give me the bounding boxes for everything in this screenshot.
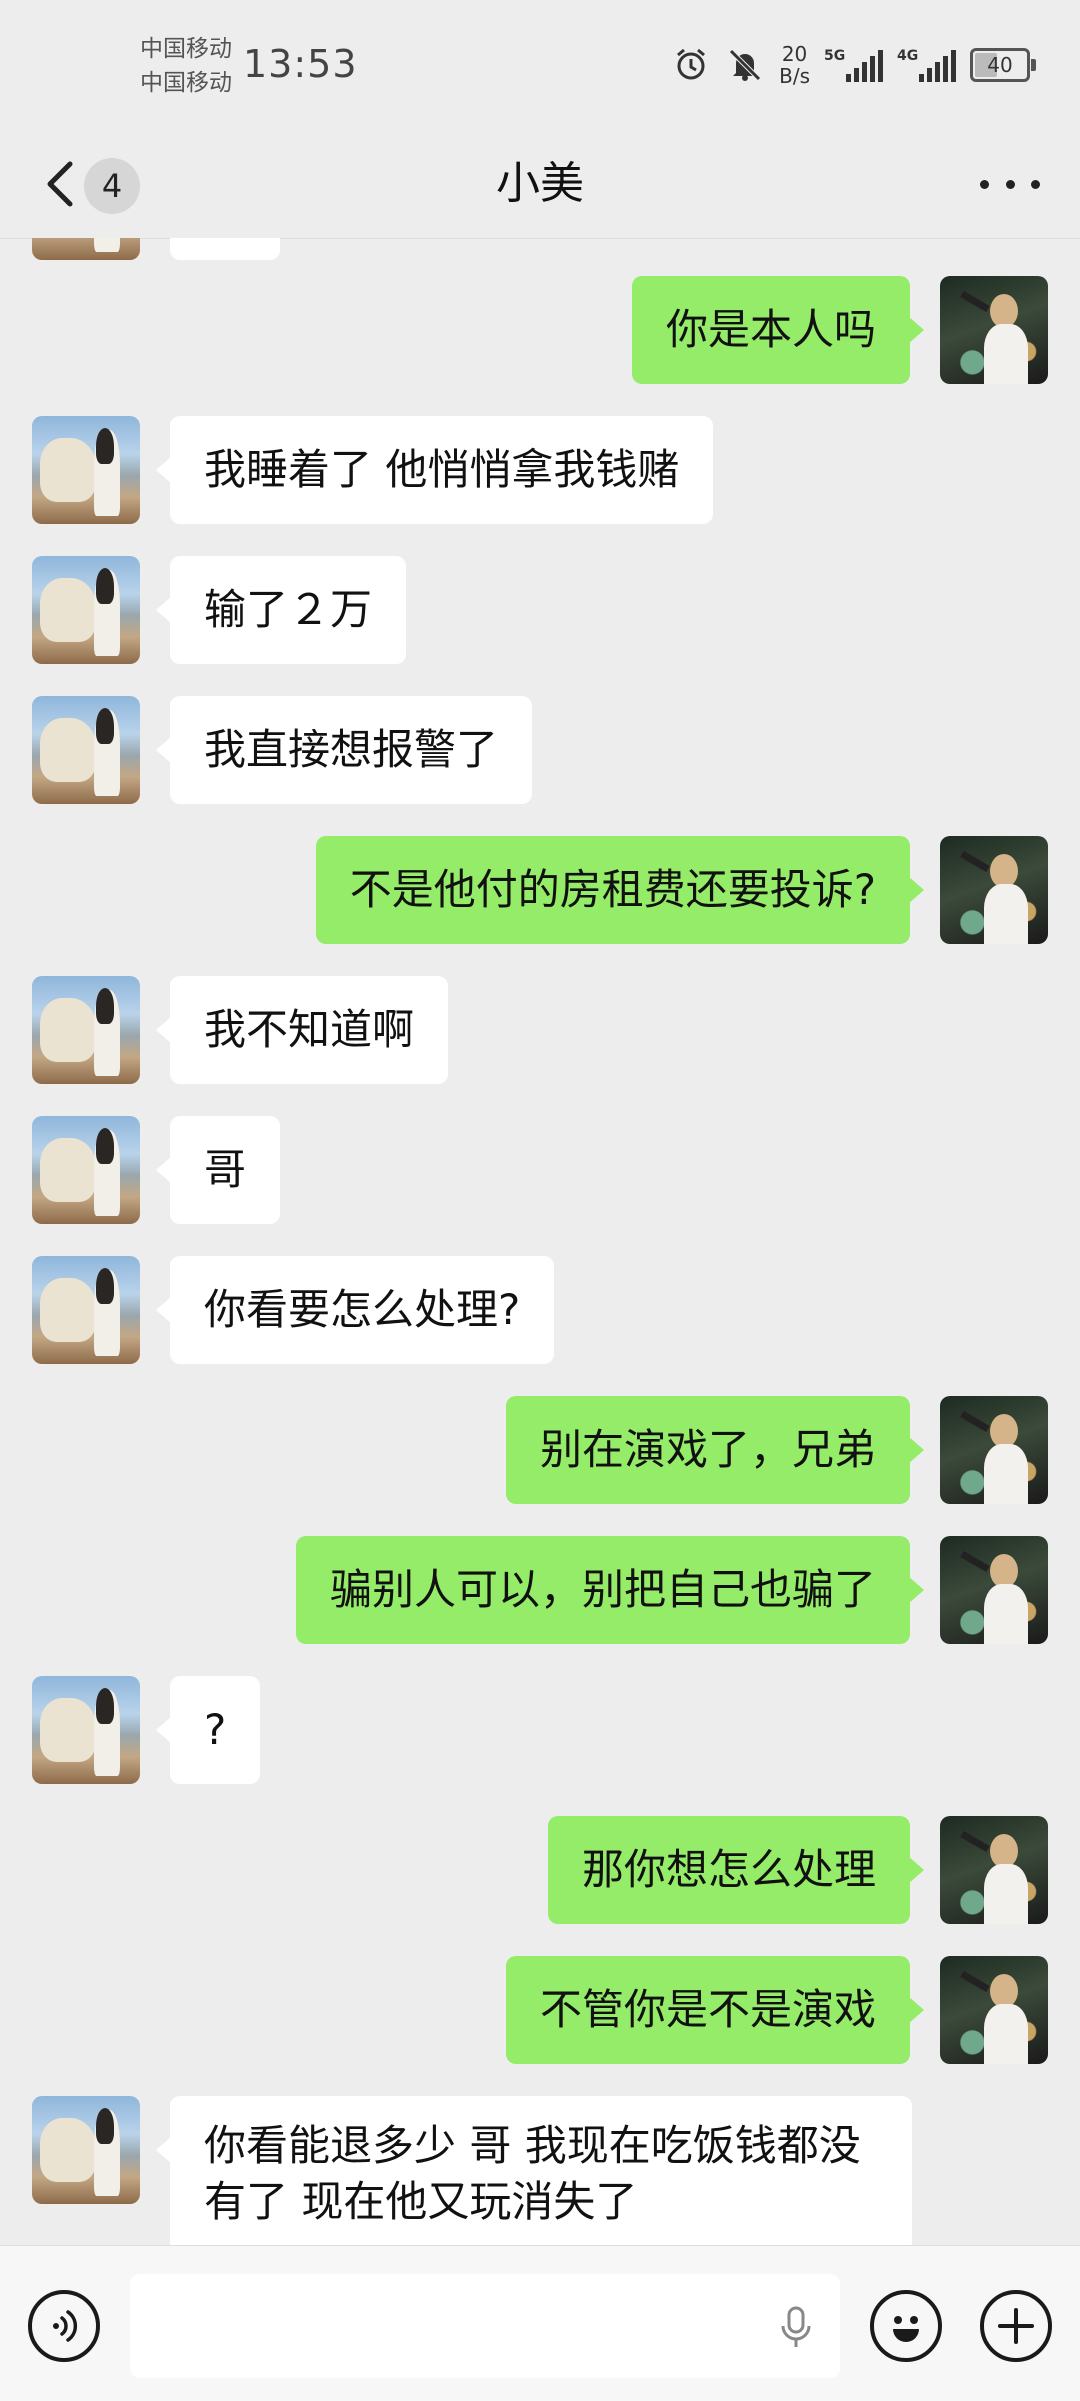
contact-avatar[interactable] [32, 1116, 140, 1224]
contact-avatar[interactable] [32, 416, 140, 524]
message-bubble-received[interactable]: 输了２万 [155, 556, 407, 664]
battery-level: 40 [987, 53, 1013, 77]
message-row: 别在演戏了，兄弟 [0, 1396, 1080, 1504]
message-bubble-received[interactable]: 你看要怎么处理? [155, 1256, 555, 1364]
signal-4g-icon: 4G [897, 48, 956, 82]
signal-5g-icon: 5G [824, 48, 883, 82]
message-bubble-sent[interactable]: 别在演戏了，兄弟 [505, 1396, 925, 1504]
contact-avatar[interactable] [32, 696, 140, 804]
emoji-button[interactable] [870, 2290, 942, 2362]
message-row: 我睡着了 他悄悄拿我钱赌 [0, 416, 1080, 524]
message-row: 你看要怎么处理? [0, 1256, 1080, 1364]
message-bubble-received[interactable]: ? [155, 1676, 261, 1784]
contact-avatar[interactable] [32, 238, 140, 260]
message-input[interactable] [130, 2274, 840, 2378]
chat-header: 小美 4 [0, 130, 1080, 239]
my-avatar[interactable] [940, 1956, 1048, 2064]
message-row: 你是本人吗 [0, 276, 1080, 384]
message-list[interactable]: 你是本人吗 我睡着了 他悄悄拿我钱赌 输了２万 我直接想报警了 不是他付的房租费… [0, 238, 1080, 2245]
mic-icon[interactable] [776, 2306, 816, 2350]
net-speed: 20 B/s [779, 42, 810, 88]
status-icons: 20 B/s 5G 4G 40 [671, 40, 1036, 90]
message-row: 你看能退多少 哥 我现在吃饭钱都没有了 现在他又玩消失了 [0, 2096, 1080, 2245]
contact-avatar[interactable] [32, 556, 140, 664]
alarm-icon [671, 45, 711, 85]
message-bubble-received[interactable]: 哥 [155, 1116, 281, 1224]
message-row: 骗别人可以，别把自己也骗了 [0, 1536, 1080, 1644]
message-row-clipped [0, 238, 1080, 260]
emoji-icon [893, 2316, 919, 2342]
message-bubble-sent[interactable]: 不是他付的房租费还要投诉? [315, 836, 925, 944]
unread-count-badge[interactable]: 4 [84, 158, 140, 214]
voice-icon [53, 2310, 78, 2342]
message-bubble-received[interactable]: 我直接想报警了 [155, 696, 533, 804]
contact-avatar[interactable] [32, 2096, 140, 2204]
message-bubble-clipped[interactable] [170, 238, 280, 260]
message-bubble-sent[interactable]: 你是本人吗 [631, 276, 925, 384]
message-row: 不是他付的房租费还要投诉? [0, 836, 1080, 944]
my-avatar[interactable] [940, 1396, 1048, 1504]
message-row: 那你想怎么处理 [0, 1816, 1080, 1924]
clock: 13:53 [243, 42, 358, 86]
my-avatar[interactable] [940, 1536, 1048, 1644]
message-bubble-received[interactable]: 我睡着了 他悄悄拿我钱赌 [155, 416, 714, 524]
message-row: 不管你是不是演戏 [0, 1956, 1080, 2064]
message-row: 哥 [0, 1116, 1080, 1224]
message-row: 我直接想报警了 [0, 696, 1080, 804]
my-avatar[interactable] [940, 1816, 1048, 1924]
carrier-labels: 中国移动 中国移动 [140, 32, 232, 100]
message-bubble-received[interactable]: 你看能退多少 哥 我现在吃饭钱都没有了 现在他又玩消失了 [156, 2096, 912, 2245]
message-row: ? [0, 1676, 1080, 1784]
chat-title: 小美 [496, 158, 584, 209]
my-avatar[interactable] [940, 836, 1048, 944]
battery-icon: 40 [970, 48, 1036, 82]
contact-avatar[interactable] [32, 1256, 140, 1364]
my-avatar[interactable] [940, 276, 1048, 384]
carrier-1: 中国移动 [140, 36, 232, 62]
contact-avatar[interactable] [32, 1676, 140, 1784]
mute-bell-icon [725, 45, 765, 85]
message-row: 输了２万 [0, 556, 1080, 664]
message-bubble-sent[interactable]: 不管你是不是演戏 [505, 1956, 925, 2064]
message-bubble-sent[interactable]: 那你想怎么处理 [547, 1816, 925, 1924]
plus-button[interactable] [980, 2290, 1052, 2362]
plus-icon [998, 2308, 1034, 2344]
contact-avatar[interactable] [32, 976, 140, 1084]
status-bar: 中国移动 中国移动 13:53 20 B/s 5G 4G 40 [0, 0, 1080, 130]
carrier-2: 中国移动 [140, 70, 232, 96]
message-bubble-sent[interactable]: 骗别人可以，别把自己也骗了 [295, 1536, 925, 1644]
message-bubble-received[interactable]: 我不知道啊 [155, 976, 449, 1084]
input-bar [0, 2245, 1080, 2401]
message-row: 我不知道啊 [0, 976, 1080, 1084]
more-dots-icon[interactable] [980, 156, 1040, 212]
voice-button[interactable] [28, 2290, 100, 2362]
